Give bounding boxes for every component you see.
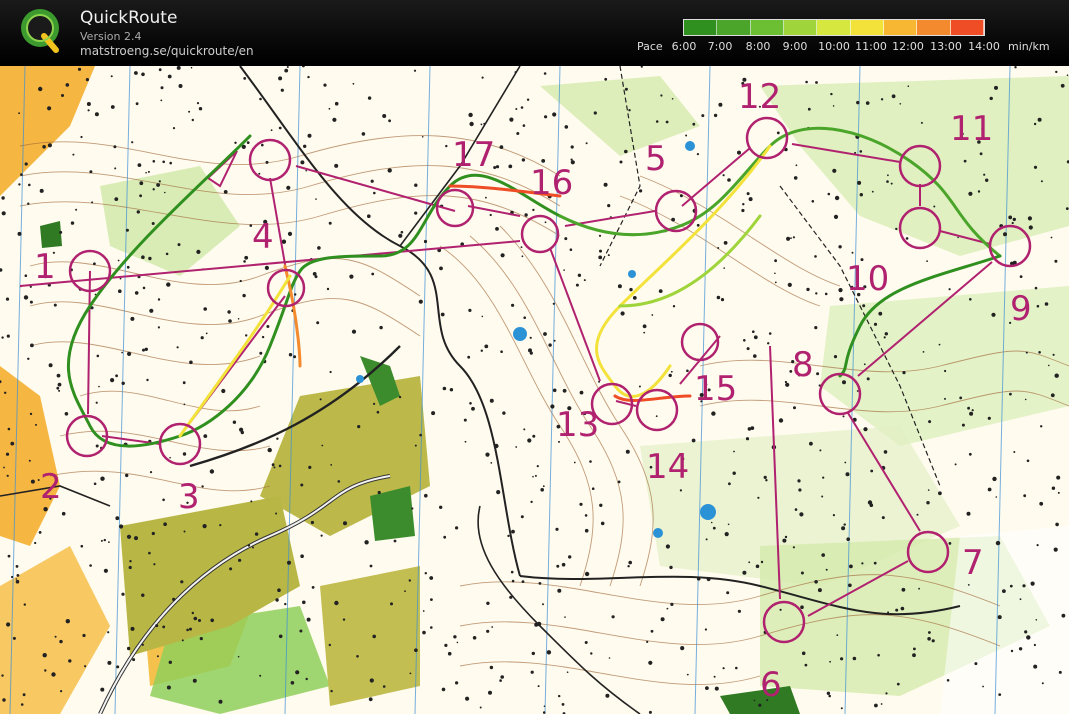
app-title: QuickRoute bbox=[80, 8, 178, 28]
settlement-area bbox=[320, 566, 420, 706]
pace-label: Pace bbox=[637, 40, 663, 53]
control-number-8: 8 bbox=[792, 345, 814, 385]
pace-tick-label: 14:00 bbox=[968, 40, 1000, 53]
open-white-area bbox=[940, 526, 1069, 714]
control-number-5: 5 bbox=[645, 139, 667, 179]
control-number-15: 15 bbox=[694, 369, 737, 409]
pace-tick-label: 9:00 bbox=[782, 40, 808, 53]
pace-unit: min/km bbox=[1008, 40, 1050, 53]
pace-tick-label: 12:00 bbox=[892, 40, 924, 53]
control-number-2: 2 bbox=[40, 467, 62, 507]
app-url-link[interactable]: matstroeng.se/quickroute/en bbox=[80, 44, 254, 58]
pace-tick-label: 7:00 bbox=[707, 40, 733, 53]
pace-color-cell bbox=[684, 20, 718, 35]
pace-color-cell bbox=[917, 20, 951, 35]
pace-color-cell bbox=[950, 20, 984, 35]
pace-color-scale bbox=[683, 19, 985, 36]
control-number-14: 14 bbox=[646, 447, 689, 487]
pace-tick-label: 11:00 bbox=[855, 40, 887, 53]
control-number-7: 7 bbox=[962, 543, 984, 583]
pace-color-cell bbox=[750, 20, 784, 35]
control-number-13: 13 bbox=[556, 405, 599, 445]
control-number-4: 4 bbox=[252, 217, 274, 257]
app-header: QuickRoute Version 2.4 matstroeng.se/qui… bbox=[0, 0, 1069, 62]
control-number-12: 12 bbox=[738, 77, 781, 117]
pace-tick-label: 10:00 bbox=[818, 40, 850, 53]
control-number-3: 3 bbox=[178, 477, 200, 517]
pace-tick-label: 6:00 bbox=[671, 40, 697, 53]
pace-tick-label: 13:00 bbox=[930, 40, 962, 53]
quickroute-logo-icon bbox=[21, 9, 59, 53]
control-number-10: 10 bbox=[846, 259, 889, 299]
map-canvas[interactable]: 1 2 3 4 5 6 7 8 9 10 11 12 13 14 15 16 1… bbox=[0, 66, 1069, 714]
orienteering-map[interactable]: 1 2 3 4 5 6 7 8 9 10 11 12 13 14 15 16 1… bbox=[0, 66, 1069, 714]
pace-color-cell bbox=[817, 20, 851, 35]
pace-tick-label: 8:00 bbox=[745, 40, 771, 53]
control-number-11: 11 bbox=[950, 109, 993, 149]
control-number-1: 1 bbox=[34, 247, 56, 287]
pace-color-cell bbox=[784, 20, 818, 35]
control-number-16: 16 bbox=[530, 163, 573, 203]
app-version: Version 2.4 bbox=[80, 30, 142, 43]
pace-color-cell bbox=[850, 20, 884, 35]
control-number-9: 9 bbox=[1010, 289, 1032, 329]
pace-color-cell bbox=[884, 20, 918, 35]
control-number-6: 6 bbox=[760, 665, 782, 705]
pace-color-cell bbox=[717, 20, 751, 35]
control-number-17: 17 bbox=[452, 135, 495, 175]
